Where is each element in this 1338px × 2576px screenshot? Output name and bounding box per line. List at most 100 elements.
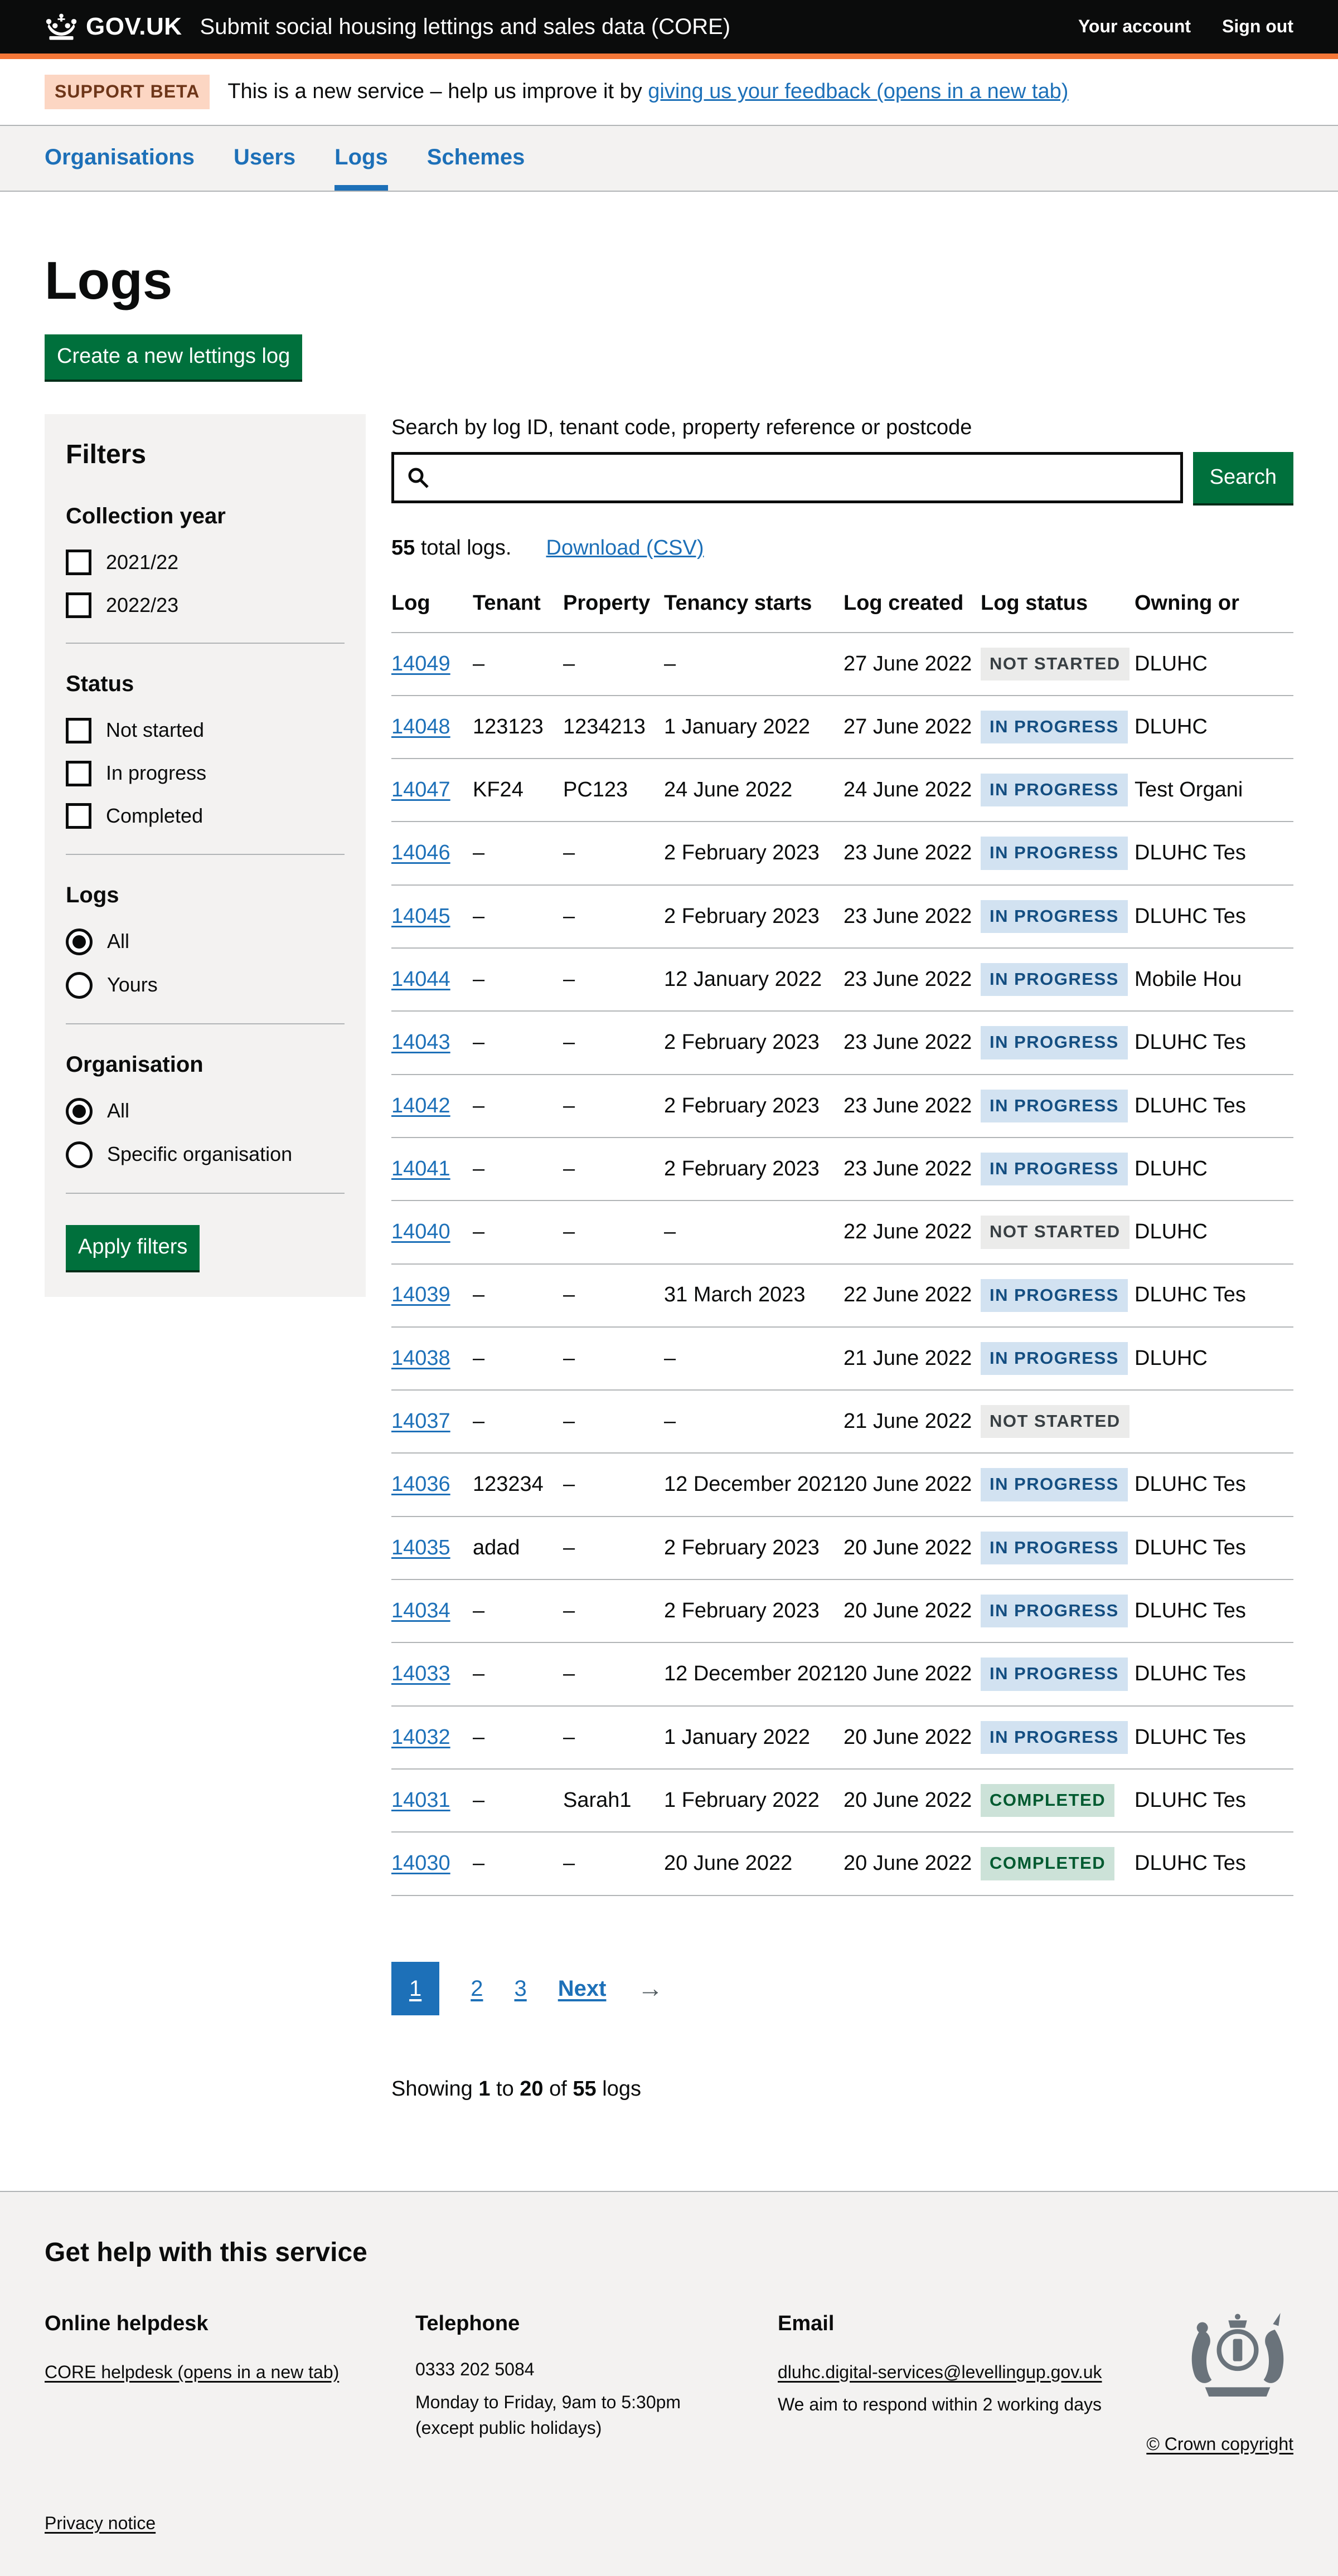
pagination-page-3[interactable]: 3	[515, 1974, 527, 2003]
log-id-link[interactable]: 14032	[391, 1726, 450, 1749]
radio-logs-yours-label[interactable]: Yours	[107, 972, 158, 998]
footer-helpdesk-column: Online helpdesk CORE helpdesk (opens in …	[45, 2310, 415, 2385]
search-input[interactable]	[439, 455, 1180, 500]
footer-crest-column: © Crown copyright	[1115, 2310, 1293, 2456]
search-button[interactable]: Search	[1193, 452, 1293, 503]
log-id-link[interactable]: 14033	[391, 1662, 450, 1685]
log-id-link[interactable]: 14035	[391, 1536, 450, 1559]
table-row: 14045 – – 2 February 2023 23 June 2022 I…	[391, 885, 1293, 948]
nav-item-users[interactable]: Users	[234, 143, 295, 191]
cell-property: –	[563, 1200, 664, 1263]
checkbox-2022-23-label[interactable]: 2022/23	[106, 592, 178, 619]
radio-organisation-specific-label[interactable]: Specific organisation	[107, 1141, 292, 1168]
log-id-link[interactable]: 14030	[391, 1851, 450, 1875]
status-badge: COMPLETED	[981, 1847, 1114, 1880]
collection-year-legend: Collection year	[66, 502, 345, 531]
core-helpdesk-link[interactable]: CORE helpdesk (opens in a new tab)	[45, 2362, 339, 2382]
cell-tenancy-starts: 1 January 2022	[664, 696, 843, 759]
log-id-link[interactable]: 14044	[391, 968, 450, 991]
table-row: 14046 – – 2 February 2023 23 June 2022 I…	[391, 822, 1293, 884]
checkbox-2021-22[interactable]	[66, 550, 91, 575]
status-badge: NOT STARTED	[981, 1405, 1129, 1438]
email-link[interactable]: dluhc.digital-services@levellingup.gov.u…	[778, 2362, 1102, 2382]
log-id-link[interactable]: 14031	[391, 1788, 450, 1812]
nav-item-schemes[interactable]: Schemes	[427, 143, 525, 191]
feedback-link[interactable]: giving us your feedback (opens in a new …	[648, 80, 1068, 103]
log-id-link[interactable]: 14042	[391, 1094, 450, 1117]
log-id-link[interactable]: 14034	[391, 1599, 450, 1622]
log-id-link[interactable]: 14043	[391, 1031, 450, 1054]
table-row: 14047 KF24 PC123 24 June 2022 24 June 20…	[391, 759, 1293, 822]
checkbox-in-progress-label[interactable]: In progress	[106, 760, 206, 786]
log-id-link[interactable]: 14037	[391, 1409, 450, 1433]
checkbox-2021-22-label[interactable]: 2021/22	[106, 550, 178, 576]
checkbox-completed[interactable]	[66, 803, 91, 829]
log-id-link[interactable]: 14038	[391, 1347, 450, 1370]
govuk-logo[interactable]: GOV.UK	[45, 11, 182, 42]
log-id-link[interactable]: 14046	[391, 841, 450, 864]
pagination-current-page[interactable]: 1	[391, 1962, 439, 2015]
checkbox-in-progress[interactable]	[66, 761, 91, 786]
cell-tenant: –	[473, 633, 563, 696]
cell-owning-organisation: DLUHC Tes	[1135, 1769, 1293, 1832]
radio-logs-all-label[interactable]: All	[107, 929, 129, 955]
filters-panel: Filters Collection year 2021/22 2022/23 …	[45, 414, 366, 1296]
results-section: Search by log ID, tenant code, property …	[391, 414, 1293, 2124]
checkbox-not-started[interactable]	[66, 718, 91, 743]
service-name-link[interactable]: Submit social housing lettings and sales…	[200, 12, 731, 41]
log-id-link[interactable]: 14048	[391, 715, 450, 738]
nav-item-organisations[interactable]: Organisations	[45, 143, 195, 191]
create-lettings-log-button[interactable]: Create a new lettings log	[45, 334, 302, 380]
cell-log-created: 20 June 2022	[843, 1517, 981, 1579]
privacy-notice-link[interactable]: Privacy notice	[45, 2513, 156, 2533]
log-id-link[interactable]: 14040	[391, 1220, 450, 1243]
cell-tenancy-starts: 2 February 2023	[664, 1075, 843, 1138]
cell-property: –	[563, 1075, 664, 1138]
nav-item-logs[interactable]: Logs	[334, 143, 388, 191]
table-row: 14037 – – – 21 June 2022 NOT STARTED	[391, 1390, 1293, 1453]
radio-organisation-all[interactable]	[66, 1098, 93, 1125]
cell-log-created: 23 June 2022	[843, 822, 981, 884]
cell-tenant: –	[473, 1138, 563, 1200]
cell-owning-organisation	[1135, 1390, 1293, 1453]
log-id-link[interactable]: 14036	[391, 1472, 450, 1496]
apply-filters-button[interactable]: Apply filters	[66, 1225, 200, 1270]
status-badge: IN PROGRESS	[981, 1279, 1128, 1312]
pagination-next-link[interactable]: Next	[558, 1974, 607, 2003]
download-csv-link[interactable]: Download (CSV)	[546, 534, 704, 562]
radio-logs-yours[interactable]	[66, 972, 93, 999]
log-id-link[interactable]: 14047	[391, 778, 450, 801]
col-header-log: Log	[391, 590, 473, 632]
cell-tenant: –	[473, 1327, 563, 1390]
cell-owning-organisation: DLUHC	[1135, 1327, 1293, 1390]
status-legend: Status	[66, 669, 345, 698]
site-header: GOV.UK Submit social housing lettings an…	[0, 0, 1338, 59]
crown-copyright-link[interactable]: © Crown copyright	[1146, 2433, 1293, 2456]
primary-navigation: Organisations Users Logs Schemes	[0, 126, 1338, 192]
sign-out-link[interactable]: Sign out	[1222, 15, 1293, 38]
cell-tenant: –	[473, 1579, 563, 1642]
pagination-page-2[interactable]: 2	[471, 1974, 483, 2003]
showing-of-word: of	[549, 2077, 567, 2101]
radio-organisation-specific[interactable]	[66, 1141, 93, 1168]
table-row: 14031 – Sarah1 1 February 2022 20 June 2…	[391, 1769, 1293, 1832]
filters-divider	[66, 1193, 345, 1194]
radio-logs-all[interactable]	[66, 929, 93, 955]
checkbox-not-started-label[interactable]: Not started	[106, 717, 204, 743]
log-id-link[interactable]: 14041	[391, 1157, 450, 1180]
status-badge: COMPLETED	[981, 1784, 1114, 1817]
cell-property: –	[563, 1264, 664, 1327]
checkbox-2022-23[interactable]	[66, 592, 91, 618]
email-note: We aim to respond within 2 working days	[778, 2393, 1115, 2417]
log-id-link[interactable]: 14049	[391, 652, 450, 675]
cell-log-created: 23 June 2022	[843, 885, 981, 948]
checkbox-completed-label[interactable]: Completed	[106, 803, 203, 829]
log-id-link[interactable]: 14045	[391, 905, 450, 928]
your-account-link[interactable]: Your account	[1078, 15, 1191, 38]
search-icon	[406, 466, 430, 489]
cell-property: –	[563, 885, 664, 948]
radio-organisation-all-label[interactable]: All	[107, 1098, 129, 1124]
log-id-link[interactable]: 14039	[391, 1283, 450, 1306]
cell-tenant: –	[473, 1390, 563, 1453]
cell-tenancy-starts: –	[664, 633, 843, 696]
